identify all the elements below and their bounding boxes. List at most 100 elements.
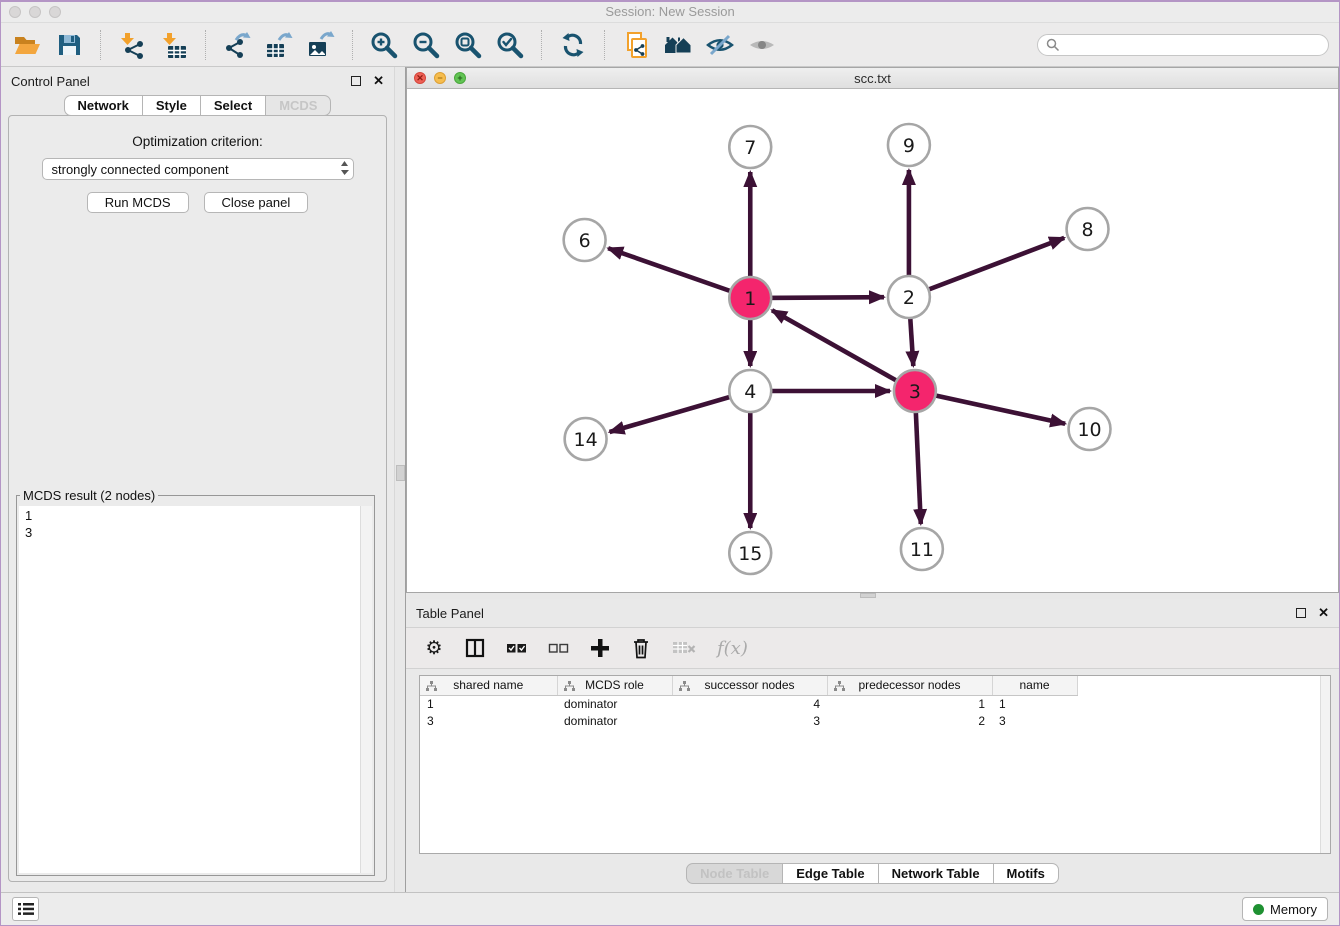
tab-mcds[interactable]: MCDS <box>266 95 331 116</box>
settings-gear-button[interactable]: ⚙ <box>424 635 444 661</box>
zoom-in-icon <box>370 31 398 59</box>
run-mcds-button[interactable]: Run MCDS <box>87 192 189 213</box>
tab-motifs[interactable]: Motifs <box>994 863 1059 884</box>
optimization-criterion-label: Optimization criterion: <box>9 134 386 149</box>
network-window-titlebar: ✕ − + scc.txt <box>407 68 1338 89</box>
graph-node-label: 15 <box>738 543 762 565</box>
show-columns-icon <box>465 638 485 658</box>
close-panel-icon[interactable]: ✕ <box>373 76 384 86</box>
deselect-all-columns-icon <box>548 641 569 655</box>
vertical-splitter[interactable] <box>394 67 406 892</box>
delete-table-icon <box>672 640 696 656</box>
window-zoom-icon[interactable] <box>49 6 61 18</box>
float-panel-icon[interactable] <box>351 76 361 86</box>
float-panel-icon[interactable] <box>1296 608 1306 618</box>
node-table-container: shared name MCDS role successor nodesprede… <box>419 675 1331 854</box>
zoom-selected-button[interactable] <box>494 29 526 61</box>
column-type-icon <box>834 681 845 691</box>
column-header-label: MCDS role <box>585 678 644 692</box>
splitter-handle[interactable] <box>396 465 405 481</box>
dropdown-stepper-icon <box>340 160 349 179</box>
column-header[interactable]: successor nodes <box>672 676 827 695</box>
memory-button[interactable]: Memory <box>1242 897 1328 921</box>
save-session-button[interactable] <box>53 29 85 61</box>
zoom-fit-button[interactable] <box>452 29 484 61</box>
table-cell[interactable]: 4 <box>672 695 827 712</box>
delete-column-button[interactable] <box>631 635 651 661</box>
copy-network-button[interactable] <box>620 29 652 61</box>
table-cell[interactable]: 3 <box>992 712 1077 729</box>
window-title: Session: New Session <box>1 2 1339 22</box>
table-row[interactable]: 1dominator411 <box>420 695 1077 712</box>
table-cell[interactable]: 2 <box>827 712 992 729</box>
memory-status-icon <box>1253 904 1264 915</box>
table-row[interactable]: 3dominator323 <box>420 712 1077 729</box>
graph-node-label: 6 <box>579 230 591 252</box>
deselect-all-columns-button[interactable] <box>548 635 569 661</box>
column-header[interactable]: MCDS role <box>557 676 672 695</box>
window-minimize-icon[interactable] <box>29 6 41 18</box>
splitter-handle[interactable] <box>860 593 876 598</box>
close-panel-icon[interactable]: ✕ <box>1318 608 1329 618</box>
export-image-icon <box>307 31 335 59</box>
table-cell[interactable]: 3 <box>420 712 557 729</box>
mcds-result-title: MCDS result (2 nodes) <box>20 488 158 503</box>
tab-select[interactable]: Select <box>201 95 266 116</box>
delete-table-button[interactable] <box>672 635 696 661</box>
column-header[interactable]: shared name <box>420 676 557 695</box>
table-cell[interactable]: dominator <box>557 695 672 712</box>
tab-network-table[interactable]: Network Table <box>879 863 994 884</box>
table-cell[interactable]: 3 <box>672 712 827 729</box>
node-table: shared name MCDS role successor nodesprede… <box>420 676 1078 729</box>
graph-edge-2-8[interactable] <box>909 238 1064 297</box>
apply-function-button[interactable]: f(x) <box>717 635 748 661</box>
column-header[interactable]: predecessor nodes <box>827 676 992 695</box>
search-field[interactable] <box>1037 34 1329 56</box>
tab-node-table[interactable]: Node Table <box>686 863 783 884</box>
task-history-button[interactable] <box>12 897 39 921</box>
zoom-in-button[interactable] <box>368 29 400 61</box>
export-image-button[interactable] <box>305 29 337 61</box>
tab-edge-table[interactable]: Edge Table <box>783 863 878 884</box>
column-header[interactable]: name <box>992 676 1077 695</box>
table-cell[interactable]: 1 <box>827 695 992 712</box>
graph-edge-3-1[interactable] <box>772 310 915 391</box>
add-column-button[interactable] <box>590 635 610 661</box>
refresh-button[interactable] <box>557 29 589 61</box>
export-table-button[interactable] <box>263 29 295 61</box>
tab-network[interactable]: Network <box>64 95 143 116</box>
table-cell[interactable]: 1 <box>420 695 557 712</box>
mcds-result-box: MCDS result (2 nodes) 1 3 <box>16 488 375 876</box>
select-all-columns-button[interactable] <box>506 635 527 661</box>
zoom-out-button[interactable] <box>410 29 442 61</box>
result-scrollbar[interactable] <box>360 506 372 873</box>
criterion-dropdown[interactable]: strongly connected component <box>42 158 354 180</box>
graph-edge-1-6[interactable] <box>608 248 750 298</box>
home-button[interactable] <box>662 29 694 61</box>
column-type-icon <box>426 681 437 691</box>
import-table-button[interactable] <box>158 29 190 61</box>
network-canvas[interactable]: 7968124314101511 <box>407 89 1338 592</box>
tab-style[interactable]: Style <box>143 95 201 116</box>
show-columns-button[interactable] <box>465 635 485 661</box>
graph-edge-3-10[interactable] <box>915 391 1065 424</box>
table-panel-header: Table Panel ✕ <box>406 599 1339 627</box>
hide-selected-button[interactable] <box>704 29 736 61</box>
import-network-button[interactable] <box>116 29 148 61</box>
open-session-button[interactable] <box>11 29 43 61</box>
export-network-button[interactable] <box>221 29 253 61</box>
network-zoom-icon[interactable]: + <box>454 72 466 84</box>
search-input[interactable] <box>1065 37 1320 52</box>
network-close-icon[interactable]: ✕ <box>414 72 426 84</box>
show-all-button[interactable] <box>746 29 778 61</box>
graph-node-label: 7 <box>744 137 756 159</box>
network-minimize-icon[interactable]: − <box>434 72 446 84</box>
table-scrollbar[interactable] <box>1320 676 1330 853</box>
close-panel-button[interactable]: Close panel <box>204 192 309 213</box>
mcds-result-list[interactable]: 1 3 <box>19 506 372 542</box>
window-close-icon[interactable] <box>9 6 21 18</box>
graph-node-label: 10 <box>1077 419 1101 441</box>
table-cell[interactable]: dominator <box>557 712 672 729</box>
horizontal-splitter[interactable] <box>406 593 1339 599</box>
table-cell[interactable]: 1 <box>992 695 1077 712</box>
